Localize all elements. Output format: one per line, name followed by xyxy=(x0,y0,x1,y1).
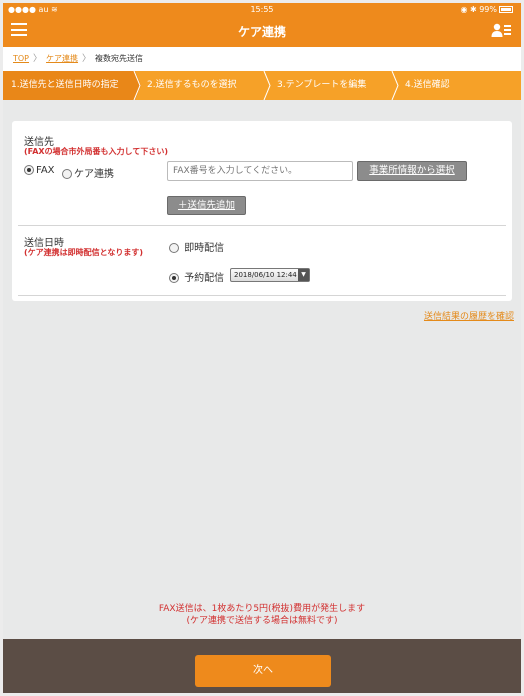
scheduled-datetime-select[interactable]: 2018/06/10 12:44 ▼ xyxy=(230,268,310,282)
radio-care-label: ケア連携 xyxy=(74,169,114,180)
fax-number-input[interactable] xyxy=(167,161,353,181)
radio-care[interactable]: ケア連携 xyxy=(62,165,114,180)
destination-note: (FAXの場合市外局番も入力して下さい) xyxy=(24,147,168,156)
next-button[interactable]: 次へ xyxy=(195,655,331,687)
radio-scheduled-label: 予約配信 xyxy=(184,273,225,284)
user-card-icon[interactable] xyxy=(491,22,511,38)
breadcrumb-current: 複数宛先送信 xyxy=(95,54,144,63)
step-progress-bar: 1.送信先と送信日時の指定 2.送信するものを選択 3.テンプレートを編集 4.… xyxy=(3,71,521,100)
chevron-right-icon: 〉 xyxy=(33,54,43,64)
footer-bar: 次へ xyxy=(3,639,521,693)
history-link[interactable]: 送信結果の履歴を確認 xyxy=(424,309,514,322)
select-from-office-button[interactable]: 事業所情報から選択 xyxy=(357,161,467,181)
radio-icon[interactable] xyxy=(62,169,72,179)
step-4-label: 4.送信確認 xyxy=(405,80,450,90)
add-destination-label: ＋送信先追加 xyxy=(177,200,235,211)
select-from-office-label: 事業所情報から選択 xyxy=(369,165,455,176)
step-2: 2.送信するものを選択 xyxy=(135,71,271,100)
radio-icon[interactable] xyxy=(24,165,34,175)
breadcrumb-care[interactable]: ケア連携 xyxy=(46,54,78,63)
add-destination-button[interactable]: ＋送信先追加 xyxy=(167,196,246,215)
fax-fee-line-1: FAX送信は、1枚あたり5円(税抜)費用が発生します xyxy=(158,604,366,614)
form-card: 送信先 (FAXの場合市外局番も入力して下さい) FAX ケア連携 事業所情報か… xyxy=(12,121,512,301)
page-title: ケア連携 xyxy=(237,25,286,39)
radio-icon[interactable] xyxy=(169,243,179,253)
status-right: ◉ ✱ 99% xyxy=(460,5,513,14)
app-frame: ●●●● au ≋ 15:55 ◉ ✱ 99% ケア連携 TOP 〉ケア連携〉複数… xyxy=(3,3,521,693)
radio-fax[interactable]: FAX xyxy=(24,165,55,176)
radio-scheduled[interactable]: 予約配信 xyxy=(169,269,224,284)
step-3: 3.テンプレートを編集 xyxy=(265,71,399,100)
step-3-label: 3.テンプレートを編集 xyxy=(277,80,367,90)
status-bar: ●●●● au ≋ 15:55 ◉ ✱ 99% xyxy=(3,3,521,17)
step-1: 1.送信先と送信日時の指定 xyxy=(3,71,141,100)
chevron-right-icon: 〉 xyxy=(82,54,92,64)
step-4: 4.送信確認 xyxy=(393,71,521,100)
radio-icon[interactable] xyxy=(169,273,179,283)
step-chevron-icon xyxy=(129,71,141,100)
radio-fax-label: FAX xyxy=(36,165,55,176)
battery-percent: 99% xyxy=(479,5,497,14)
fax-fee-notice: FAX送信は、1枚あたり5円(税抜)費用が発生します (ケア連携で送信する場合は… xyxy=(3,603,521,627)
send-time-note: (ケア連携は即時配信となります) xyxy=(24,248,144,257)
radio-immediate-label: 即時配信 xyxy=(184,243,225,254)
top-bar: ●●●● au ≋ 15:55 ◉ ✱ 99% ケア連携 xyxy=(3,3,521,47)
breadcrumb-top[interactable]: TOP xyxy=(13,54,29,63)
step-1-label: 1.送信先と送信日時の指定 xyxy=(11,80,119,90)
step-chevron-icon xyxy=(391,71,399,100)
fax-fee-line-2: (ケア連携で送信する場合は無料です) xyxy=(186,616,338,626)
step-chevron-icon xyxy=(263,71,271,100)
chevron-down-icon: ▼ xyxy=(298,269,309,281)
breadcrumb: TOP 〉ケア連携〉複数宛先送信 xyxy=(3,47,521,71)
divider xyxy=(18,295,506,296)
divider xyxy=(18,225,506,226)
radio-immediate[interactable]: 即時配信 xyxy=(169,239,224,254)
scheduled-datetime-value: 2018/06/10 12:44 xyxy=(234,271,297,279)
battery-icon xyxy=(499,6,513,13)
status-time: 15:55 xyxy=(250,5,274,14)
step-2-label: 2.送信するものを選択 xyxy=(147,80,237,90)
